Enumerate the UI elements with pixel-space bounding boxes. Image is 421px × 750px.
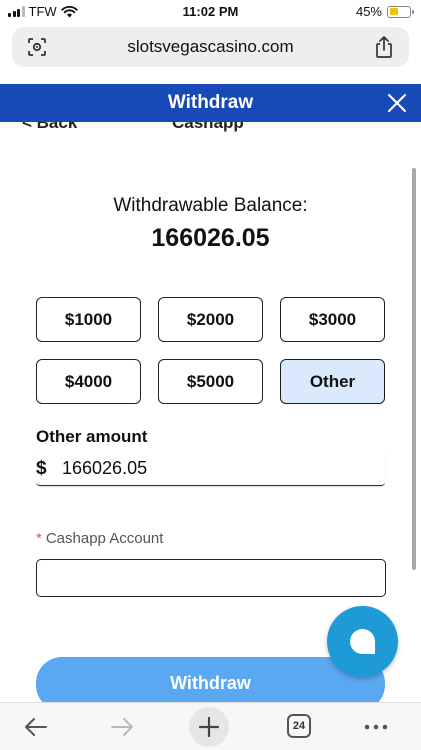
currency-symbol: $ (36, 458, 47, 479)
amount-1000-button[interactable]: $1000 (36, 297, 141, 342)
other-amount-field[interactable]: $ (36, 450, 385, 486)
cashapp-account-label: * Cashapp Account (36, 530, 163, 547)
modal-header: Withdraw (0, 84, 421, 122)
status-right: 45% (355, 4, 414, 19)
more-dots-icon[interactable] (362, 713, 390, 741)
amount-2000-button[interactable]: $2000 (158, 297, 263, 342)
required-mark: * (36, 530, 42, 547)
amount-3000-button[interactable]: $3000 (280, 297, 385, 342)
new-tab-button[interactable] (189, 707, 229, 747)
forward-arrow-icon[interactable] (108, 713, 136, 741)
status-bar: TFW 11:02 PM 45% (0, 0, 421, 24)
cashapp-account-label-text: Cashapp Account (45, 530, 164, 547)
battery-icon (387, 5, 414, 18)
balance-value: 166026.05 (151, 224, 270, 252)
back-arrow-icon[interactable] (22, 713, 50, 741)
balance-label: Withdrawable Balance: (113, 195, 308, 216)
close-icon[interactable] (385, 91, 409, 115)
amount-4000-button[interactable]: $4000 (36, 359, 141, 404)
plus-icon (198, 716, 220, 738)
battery-tip (412, 9, 414, 14)
scrollbar[interactable] (412, 168, 416, 570)
share-icon[interactable] (373, 35, 395, 59)
battery-fill (389, 8, 398, 15)
modal-title: Withdraw (167, 92, 254, 113)
other-amount-label: Other amount (36, 427, 148, 446)
chat-button[interactable] (327, 606, 398, 677)
cashapp-account-input[interactable] (36, 559, 386, 597)
browser-toolbar: 24 (0, 702, 421, 750)
url-text[interactable]: slotsvegascasino.com (12, 37, 409, 57)
amount-5000-button[interactable]: $5000 (158, 359, 263, 404)
chat-bubble-icon (350, 629, 375, 654)
tabs-count-button[interactable]: 24 (287, 714, 311, 738)
other-amount-input[interactable] (62, 454, 362, 482)
amount-other-button[interactable]: Other (280, 359, 385, 404)
address-bar[interactable]: slotsvegascasino.com (12, 27, 409, 67)
battery-percent: 45% (355, 4, 382, 19)
